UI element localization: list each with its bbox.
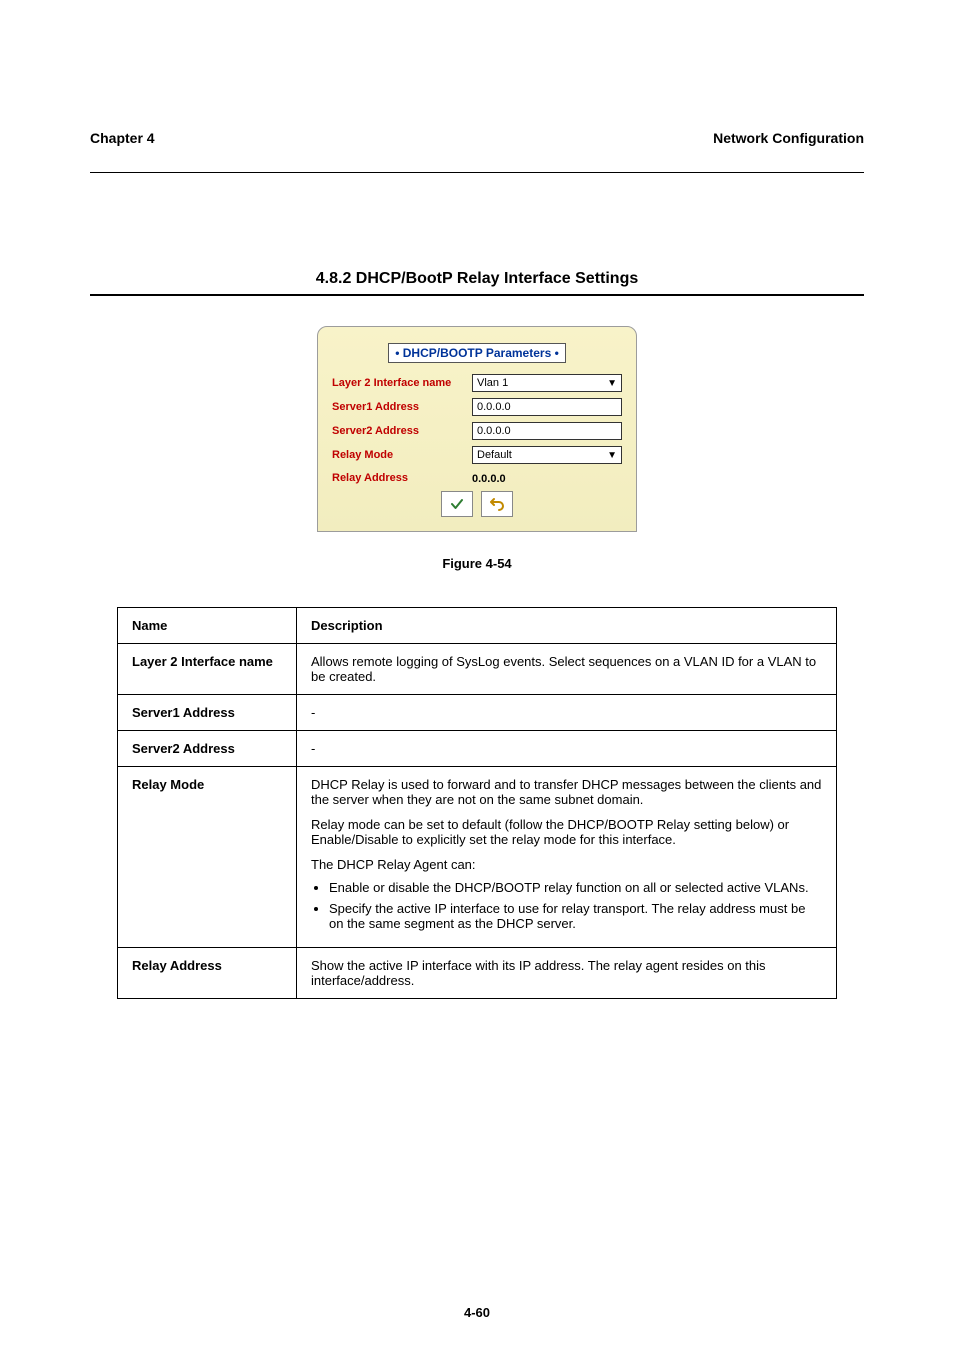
header-rule xyxy=(90,172,864,173)
apply-button[interactable] xyxy=(441,491,473,517)
layer2-interface-select[interactable]: Vlan 1 ▼ xyxy=(472,374,622,392)
relay-mode-label: Relay Mode xyxy=(332,449,472,461)
section-heading: 4.8.2 DHCP/BootP Relay Interface Setting… xyxy=(90,270,864,288)
row-name: Relay Mode xyxy=(118,767,297,948)
table-row: Relay Mode DHCP Relay is used to forward… xyxy=(118,767,837,948)
table-head-description: Description xyxy=(297,608,837,644)
panel-title-text: • DHCP/BOOTP Parameters • xyxy=(388,343,566,363)
server2-address-input[interactable]: 0.0.0.0 xyxy=(472,422,622,440)
chapter-number: Chapter 4 xyxy=(90,130,155,146)
relay-mode-value: Default xyxy=(477,449,512,461)
chevron-down-icon: ▼ xyxy=(607,378,617,389)
table-head-name: Name xyxy=(118,608,297,644)
table-row: Server2 Address - xyxy=(118,731,837,767)
chevron-down-icon: ▼ xyxy=(607,450,617,461)
row-desc: Show the active IP interface with its IP… xyxy=(297,948,837,999)
relay-mode-select[interactable]: Default ▼ xyxy=(472,446,622,464)
dhcp-bootp-parameters-panel: • DHCP/BOOTP Parameters • Layer 2 Interf… xyxy=(317,326,637,532)
server2-address-value: 0.0.0.0 xyxy=(477,425,511,437)
row-name: Relay Address xyxy=(118,948,297,999)
undo-icon xyxy=(489,496,505,512)
row-desc: - xyxy=(297,731,837,767)
row-name: Server2 Address xyxy=(118,731,297,767)
server1-address-input[interactable]: 0.0.0.0 xyxy=(472,398,622,416)
relay-mode-bullet-1: Enable or disable the DHCP/BOOTP relay f… xyxy=(329,880,822,895)
table-row: Server1 Address - xyxy=(118,695,837,731)
relay-mode-desc-p1: DHCP Relay is used to forward and to tra… xyxy=(311,777,822,807)
server1-address-value: 0.0.0.0 xyxy=(477,401,511,413)
check-icon xyxy=(449,496,465,512)
chapter-title: Network Configuration xyxy=(713,130,864,146)
table-row: Relay Address Show the active IP interfa… xyxy=(118,948,837,999)
relay-mode-bullet-2: Specify the active IP interface to use f… xyxy=(329,901,822,931)
layer2-interface-label: Layer 2 Interface name xyxy=(332,377,472,389)
relay-mode-desc-p2: Relay mode can be set to default (follow… xyxy=(311,817,822,847)
relay-mode-desc-p3: The DHCP Relay Agent can: xyxy=(311,857,822,872)
row-name: Layer 2 Interface name xyxy=(118,644,297,695)
reset-button[interactable] xyxy=(481,491,513,517)
row-desc: Allows remote logging of SysLog events. … xyxy=(297,644,837,695)
row-desc: DHCP Relay is used to forward and to tra… xyxy=(297,767,837,948)
server2-address-label: Server2 Address xyxy=(332,425,472,437)
layer2-interface-value: Vlan 1 xyxy=(477,377,508,389)
relay-address-label: Relay Address xyxy=(332,472,472,484)
table-row: Layer 2 Interface name Allows remote log… xyxy=(118,644,837,695)
parameters-description-table: Name Description Layer 2 Interface name … xyxy=(117,607,837,999)
relay-address-value: 0.0.0.0 xyxy=(472,473,506,485)
server1-address-label: Server1 Address xyxy=(332,401,472,413)
figure-caption: Figure 4-54 xyxy=(90,556,864,571)
section-rule xyxy=(90,294,864,296)
panel-title: • DHCP/BOOTP Parameters • xyxy=(332,345,622,360)
row-desc: - xyxy=(297,695,837,731)
page-number: 4-60 xyxy=(0,1305,954,1320)
row-name: Server1 Address xyxy=(118,695,297,731)
